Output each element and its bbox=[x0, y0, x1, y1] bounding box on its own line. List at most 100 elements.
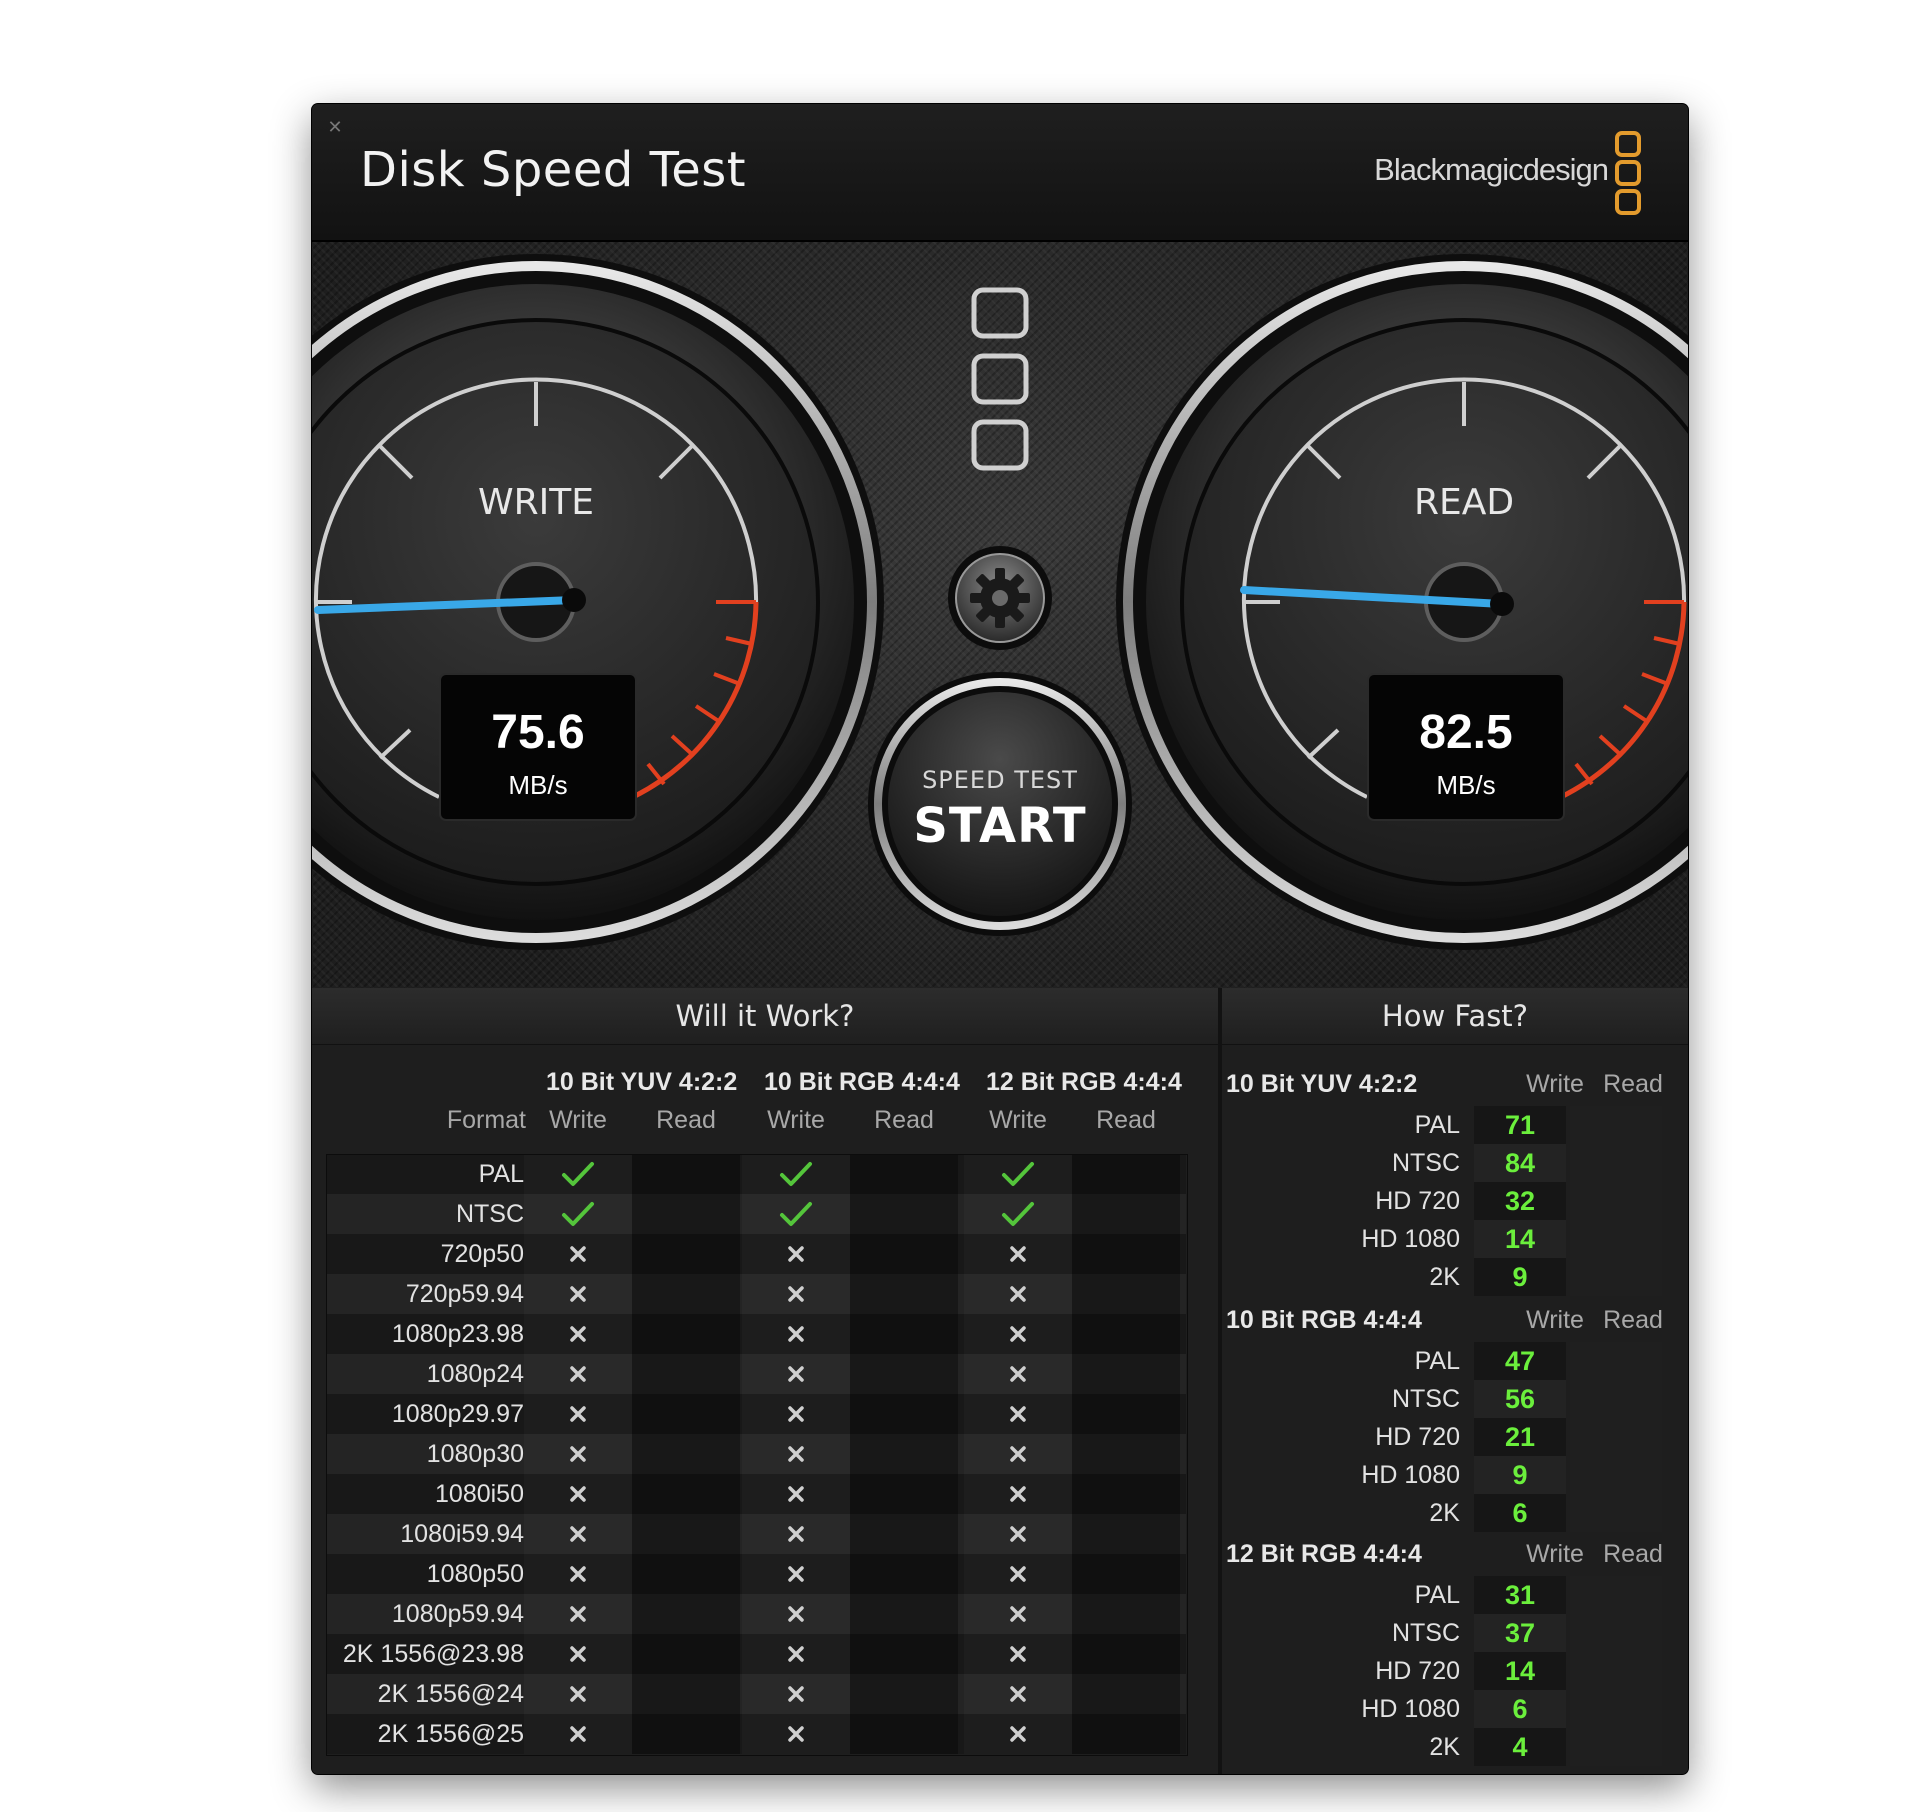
format-label: HD 720 bbox=[1375, 1657, 1460, 1685]
write-result-cell bbox=[742, 1634, 850, 1674]
cross-icon bbox=[788, 1686, 804, 1702]
read-result-cell bbox=[850, 1154, 958, 1194]
column-header-read: Read bbox=[1096, 1106, 1156, 1134]
write-result-cell bbox=[964, 1194, 1072, 1234]
start-button-caption: SPEED TEST bbox=[922, 766, 1078, 794]
group-name: 10 Bit YUV 4:2:2 bbox=[1226, 1070, 1418, 1098]
cross-icon bbox=[570, 1526, 586, 1542]
write-result-cell bbox=[524, 1274, 632, 1314]
cross-icon bbox=[788, 1366, 804, 1382]
write-result-cell bbox=[524, 1514, 632, 1554]
how-fast-group: 10 Bit YUV 4:2:2 Write Read PAL 71 NTSC 84 HD 7… bbox=[1226, 1064, 1676, 1296]
write-gauge-label: WRITE bbox=[478, 482, 594, 523]
write-result-cell bbox=[742, 1234, 850, 1274]
read-result-cell bbox=[1072, 1274, 1180, 1314]
read-fps-value bbox=[1570, 1258, 1662, 1296]
read-result-cell bbox=[850, 1394, 958, 1434]
cross-icon bbox=[570, 1726, 586, 1742]
will-it-work-table: PAL NTSC 720p50 720p59.94 1080p23.98 1080p24 1… bbox=[326, 1154, 1186, 1754]
read-result-cell bbox=[1072, 1314, 1180, 1354]
start-button-label: START bbox=[913, 798, 1086, 854]
group-header-yuv422: 10 Bit YUV 4:2:2 bbox=[546, 1068, 738, 1096]
cross-icon bbox=[1010, 1446, 1026, 1462]
cross-icon bbox=[788, 1646, 804, 1662]
write-result-cell bbox=[742, 1474, 850, 1514]
read-result-cell bbox=[850, 1634, 958, 1674]
cross-icon bbox=[570, 1566, 586, 1582]
write-result-cell bbox=[524, 1194, 632, 1234]
write-result-cell bbox=[524, 1434, 632, 1474]
write-result-cell bbox=[524, 1714, 632, 1754]
write-result-cell bbox=[742, 1154, 850, 1194]
table-row: 720p50 bbox=[326, 1234, 1186, 1274]
column-header-write: Write bbox=[1526, 1070, 1584, 1098]
cross-icon bbox=[788, 1606, 804, 1622]
read-result-cell bbox=[1072, 1634, 1180, 1674]
cross-icon bbox=[1010, 1486, 1026, 1502]
write-result-cell bbox=[964, 1714, 1072, 1754]
write-fps-value: 6 bbox=[1474, 1494, 1566, 1532]
cross-icon bbox=[1010, 1726, 1026, 1742]
read-result-cell bbox=[850, 1274, 958, 1314]
write-result-cell bbox=[742, 1714, 850, 1754]
check-icon bbox=[562, 1162, 594, 1186]
table-row: HD 1080 9 bbox=[1226, 1456, 1676, 1494]
cross-icon bbox=[788, 1526, 804, 1542]
format-label: PAL bbox=[1414, 1347, 1460, 1375]
read-result-cell bbox=[632, 1154, 740, 1194]
column-header-read: Read bbox=[1603, 1306, 1663, 1334]
write-result-cell bbox=[524, 1314, 632, 1354]
write-result-cell bbox=[964, 1514, 1072, 1554]
write-result-cell bbox=[524, 1474, 632, 1514]
read-result-cell bbox=[632, 1594, 740, 1634]
close-icon[interactable]: ✕ bbox=[324, 116, 346, 138]
read-result-cell bbox=[850, 1434, 958, 1474]
write-result-cell bbox=[742, 1514, 850, 1554]
read-result-cell bbox=[1072, 1554, 1180, 1594]
start-button[interactable]: SPEED TEST START bbox=[868, 672, 1132, 936]
cross-icon bbox=[788, 1406, 804, 1422]
check-icon bbox=[780, 1162, 812, 1186]
format-label: 2K 1556@25 bbox=[377, 1720, 524, 1748]
format-label: 720p50 bbox=[440, 1240, 524, 1268]
read-result-cell bbox=[632, 1434, 740, 1474]
read-result-cell bbox=[850, 1474, 958, 1514]
write-result-cell bbox=[524, 1594, 632, 1634]
write-fps-value: 37 bbox=[1474, 1614, 1566, 1652]
format-label: PAL bbox=[1414, 1111, 1460, 1139]
title-bar[interactable]: ✕ Disk Speed Test Blackmagicdesign bbox=[312, 104, 1688, 242]
table-row: HD 1080 14 bbox=[1226, 1220, 1676, 1258]
write-result-cell bbox=[742, 1554, 850, 1594]
table-row: HD 1080 6 bbox=[1226, 1690, 1676, 1728]
brand-name: Blackmagicdesign bbox=[1374, 152, 1609, 187]
blackmagic-center-logo-icon bbox=[971, 287, 1029, 471]
check-icon bbox=[562, 1202, 594, 1226]
format-label: HD 720 bbox=[1375, 1187, 1460, 1215]
read-fps-value bbox=[1570, 1418, 1662, 1456]
write-fps-value: 4 bbox=[1474, 1728, 1566, 1766]
table-row: PAL bbox=[326, 1154, 1186, 1194]
read-result-cell bbox=[1072, 1394, 1180, 1434]
gear-icon[interactable] bbox=[948, 546, 1052, 650]
table-row: HD 720 32 bbox=[1226, 1182, 1676, 1220]
write-result-cell bbox=[524, 1634, 632, 1674]
table-row: 1080p50 bbox=[326, 1554, 1186, 1594]
write-fps-value: 21 bbox=[1474, 1418, 1566, 1456]
read-result-cell bbox=[850, 1314, 958, 1354]
read-fps-value bbox=[1570, 1106, 1662, 1144]
format-label: NTSC bbox=[1391, 1149, 1460, 1177]
cross-icon bbox=[1010, 1566, 1026, 1582]
how-fast-group-header: 12 Bit RGB 4:4:4 Write Read bbox=[1226, 1534, 1676, 1574]
write-fps-value: 71 bbox=[1474, 1106, 1566, 1144]
cross-icon bbox=[788, 1446, 804, 1462]
how-fast-group-header: 10 Bit YUV 4:2:2 Write Read bbox=[1226, 1064, 1676, 1104]
read-result-cell bbox=[1072, 1354, 1180, 1394]
results-panel: Will it Work? How Fast? 10 Bit YUV 4:2:2… bbox=[312, 988, 1688, 1774]
cross-icon bbox=[570, 1326, 586, 1342]
read-result-cell bbox=[632, 1234, 740, 1274]
cross-icon bbox=[788, 1726, 804, 1742]
table-row: 2K 1556@24 bbox=[326, 1674, 1186, 1714]
read-result-cell bbox=[632, 1634, 740, 1674]
column-header-read: Read bbox=[656, 1106, 716, 1134]
cross-icon bbox=[788, 1566, 804, 1582]
